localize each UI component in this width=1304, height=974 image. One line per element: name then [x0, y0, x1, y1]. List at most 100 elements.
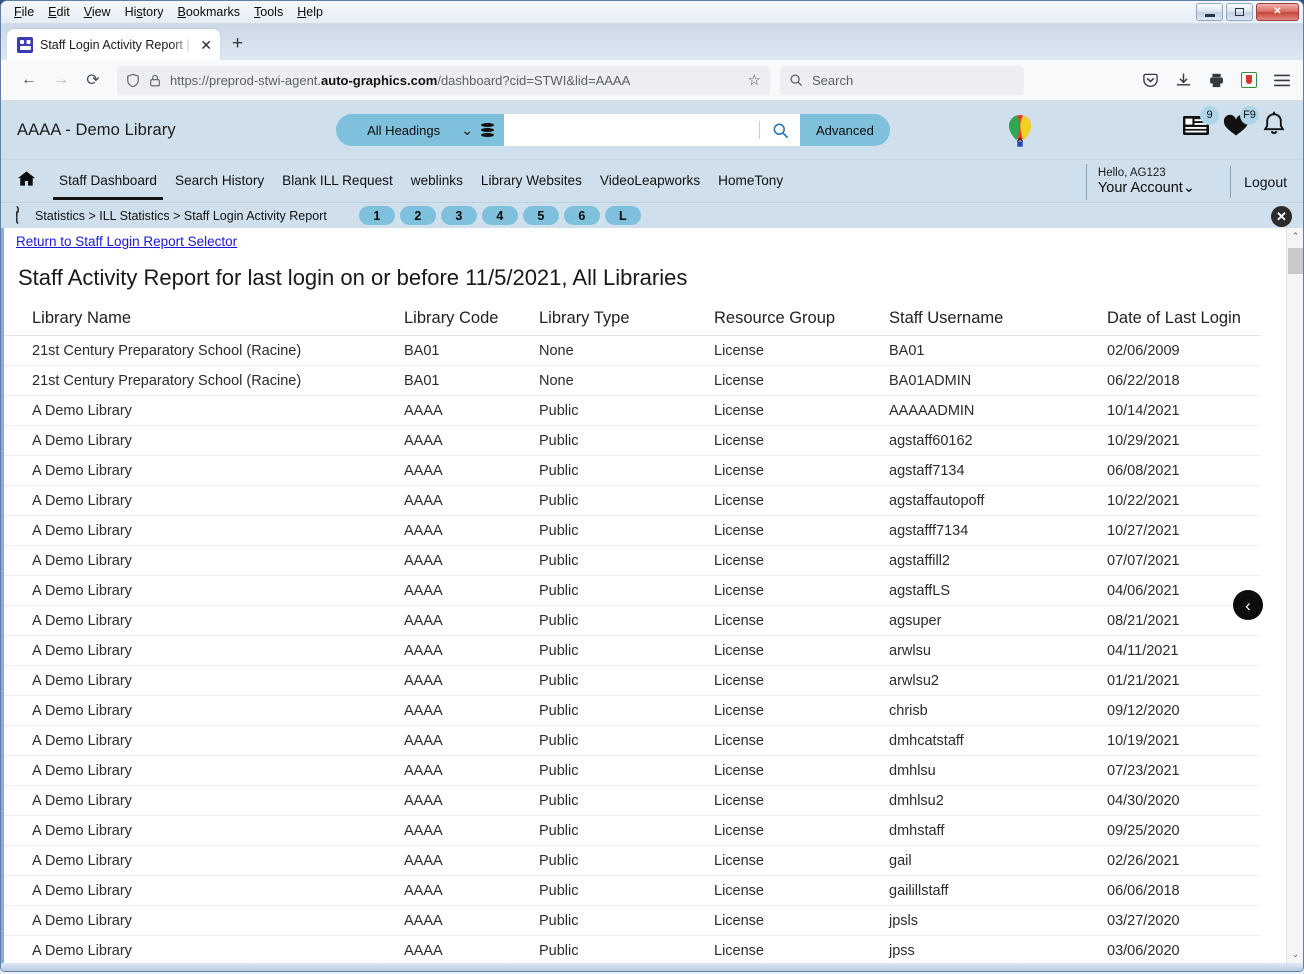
scroll-up-icon[interactable]: ⌃ [1287, 228, 1303, 245]
browser-search-field[interactable]: Search [780, 65, 1024, 95]
catalog-search-input[interactable] [504, 114, 800, 146]
url-bar[interactable]: https://preprod-stwi-agent.auto-graphics… [117, 65, 770, 95]
table-cell: A Demo Library [4, 485, 404, 516]
table-cell: arwlsu2 [889, 665, 1107, 696]
list-icon[interactable]: 9 [1181, 105, 1219, 143]
scroll-down-icon[interactable]: ⌄ [1287, 946, 1303, 963]
logout-link[interactable]: Logout [1244, 174, 1287, 190]
menu-file[interactable]: File [7, 3, 41, 22]
bookmark-star-icon[interactable]: ☆ [748, 71, 761, 89]
window-controls: ✕ [1196, 3, 1299, 21]
page-pill-2[interactable]: 2 [399, 206, 436, 225]
table-row: A Demo Library AAAA Public License dmhcatsta… [4, 725, 1260, 756]
menu-view[interactable]: View [77, 3, 118, 22]
forward-button[interactable]: → [45, 65, 77, 95]
nav-blank-ill-request[interactable]: Blank ILL Request [273, 162, 402, 200]
maximize-button[interactable] [1226, 3, 1253, 21]
previous-page-button[interactable]: ‹ [1233, 590, 1263, 620]
nav-weblinks[interactable]: weblinks [402, 162, 472, 200]
link-icon [8, 205, 30, 227]
staff-activity-table: Library Name Library Code Library Type R… [4, 309, 1260, 963]
table-cell: chrisb [889, 695, 1107, 726]
hot-air-balloon-icon[interactable] [1003, 113, 1037, 149]
nav-videoleapworks[interactable]: VideoLeapworks [591, 162, 709, 200]
table-cell: Public [539, 395, 714, 426]
chevron-down-icon: ⌄ [461, 121, 473, 138]
new-tab-button[interactable]: + [232, 34, 243, 53]
table-cell: Public [539, 515, 714, 546]
menu-help[interactable]: Help [290, 3, 330, 22]
menu-edit[interactable]: Edit [41, 3, 77, 22]
nav-staff-dashboard[interactable]: Staff Dashboard [50, 162, 166, 200]
chevron-down-icon: ⌄ [1182, 180, 1195, 196]
table-row: A Demo Library AAAA Public License agstaffau… [4, 485, 1260, 516]
table-cell: 04/30/2020 [1107, 785, 1260, 816]
table-cell: Public [539, 815, 714, 846]
browser-tab[interactable]: Staff Login Activity Report | STW ✕ [7, 29, 220, 60]
table-cell: A Demo Library [4, 845, 404, 876]
table-cell: 21st Century Preparatory School (Racine) [4, 335, 404, 366]
table-row: 21st Century Preparatory School (Racine)… [4, 365, 1260, 396]
table-cell: A Demo Library [4, 755, 404, 786]
browser-toolbar-icons [1128, 72, 1291, 89]
heart-icon[interactable]: F9 [1221, 105, 1259, 143]
table-row: A Demo Library AAAA Public License jpss 03/06… [4, 935, 1260, 963]
table-cell: 02/06/2009 [1107, 335, 1260, 366]
page-pill-5[interactable]: 5 [522, 206, 559, 225]
url-text: https://preprod-stwi-agent.auto-graphics… [170, 72, 631, 88]
back-button[interactable]: ← [13, 65, 45, 95]
menu-history[interactable]: History [118, 3, 171, 22]
page-pill-6[interactable]: 6 [563, 206, 600, 225]
table-cell: AAAA [404, 725, 539, 756]
table-cell: agstaff60162 [889, 425, 1107, 456]
table-cell: A Demo Library [4, 815, 404, 846]
page-pill-3[interactable]: 3 [440, 206, 477, 225]
column-library-code: Library Code [404, 309, 539, 336]
library-title: AAAA - Demo Library [17, 120, 176, 139]
table-cell: AAAA [404, 845, 539, 876]
database-icon[interactable] [481, 122, 494, 138]
page-pill-1[interactable]: 1 [358, 206, 395, 225]
scrollbar-thumb[interactable] [1288, 248, 1303, 274]
advanced-search-button[interactable]: Advanced [800, 114, 890, 146]
minimize-button[interactable] [1196, 3, 1223, 21]
table-cell: Public [539, 905, 714, 936]
downloads-icon[interactable] [1175, 72, 1192, 89]
print-icon[interactable] [1208, 72, 1225, 89]
table-row: A Demo Library AAAA Public License arwlsu 04/… [4, 635, 1260, 666]
nav-search-history[interactable]: Search History [166, 162, 273, 200]
window-close-button[interactable]: ✕ [1256, 3, 1299, 21]
table-cell: A Demo Library [4, 575, 404, 606]
search-submit-icon[interactable] [766, 122, 794, 139]
table-cell: AAAA [404, 665, 539, 696]
nav-library-websites[interactable]: Library Websites [472, 162, 591, 200]
menu-bookmarks[interactable]: Bookmarks [171, 3, 248, 22]
extension-icon[interactable] [1241, 72, 1257, 88]
menu-icon[interactable] [1273, 73, 1291, 88]
account-menu[interactable]: Hello, AG123 Your Account⌄ [1085, 164, 1195, 200]
heart-badge: F9 [1240, 105, 1259, 125]
report-scrollbar[interactable]: ⌃ ⌄ [1286, 228, 1303, 963]
table-cell: AAAA [404, 605, 539, 636]
page-pill-last[interactable]: L [604, 206, 641, 225]
table-cell: A Demo Library [4, 425, 404, 456]
table-cell: dmhcatstaff [889, 725, 1107, 756]
table-cell: 07/07/2021 [1107, 545, 1260, 576]
nav-hometony[interactable]: HomeTony [709, 162, 792, 200]
pocket-icon[interactable] [1142, 72, 1159, 89]
table-cell: 10/19/2021 [1107, 725, 1260, 756]
close-icon[interactable]: ✕ [1271, 206, 1292, 227]
table-cell: A Demo Library [4, 935, 404, 963]
table-row: A Demo Library AAAA Public License agstaffLS… [4, 575, 1260, 606]
reload-button[interactable]: ⟳ [77, 65, 109, 95]
home-icon[interactable] [17, 170, 36, 192]
search-icon [790, 74, 802, 86]
menu-tools[interactable]: Tools [247, 3, 290, 22]
headings-dropdown[interactable]: All Headings ⌄ [336, 114, 504, 146]
table-cell: 03/06/2020 [1107, 935, 1260, 963]
bell-icon[interactable] [1261, 111, 1287, 143]
page-pill-4[interactable]: 4 [481, 206, 518, 225]
tab-close-icon[interactable]: ✕ [200, 38, 212, 52]
table-cell: A Demo Library [4, 725, 404, 756]
return-to-selector-link[interactable]: Return to Staff Login Report Selector [16, 234, 237, 249]
